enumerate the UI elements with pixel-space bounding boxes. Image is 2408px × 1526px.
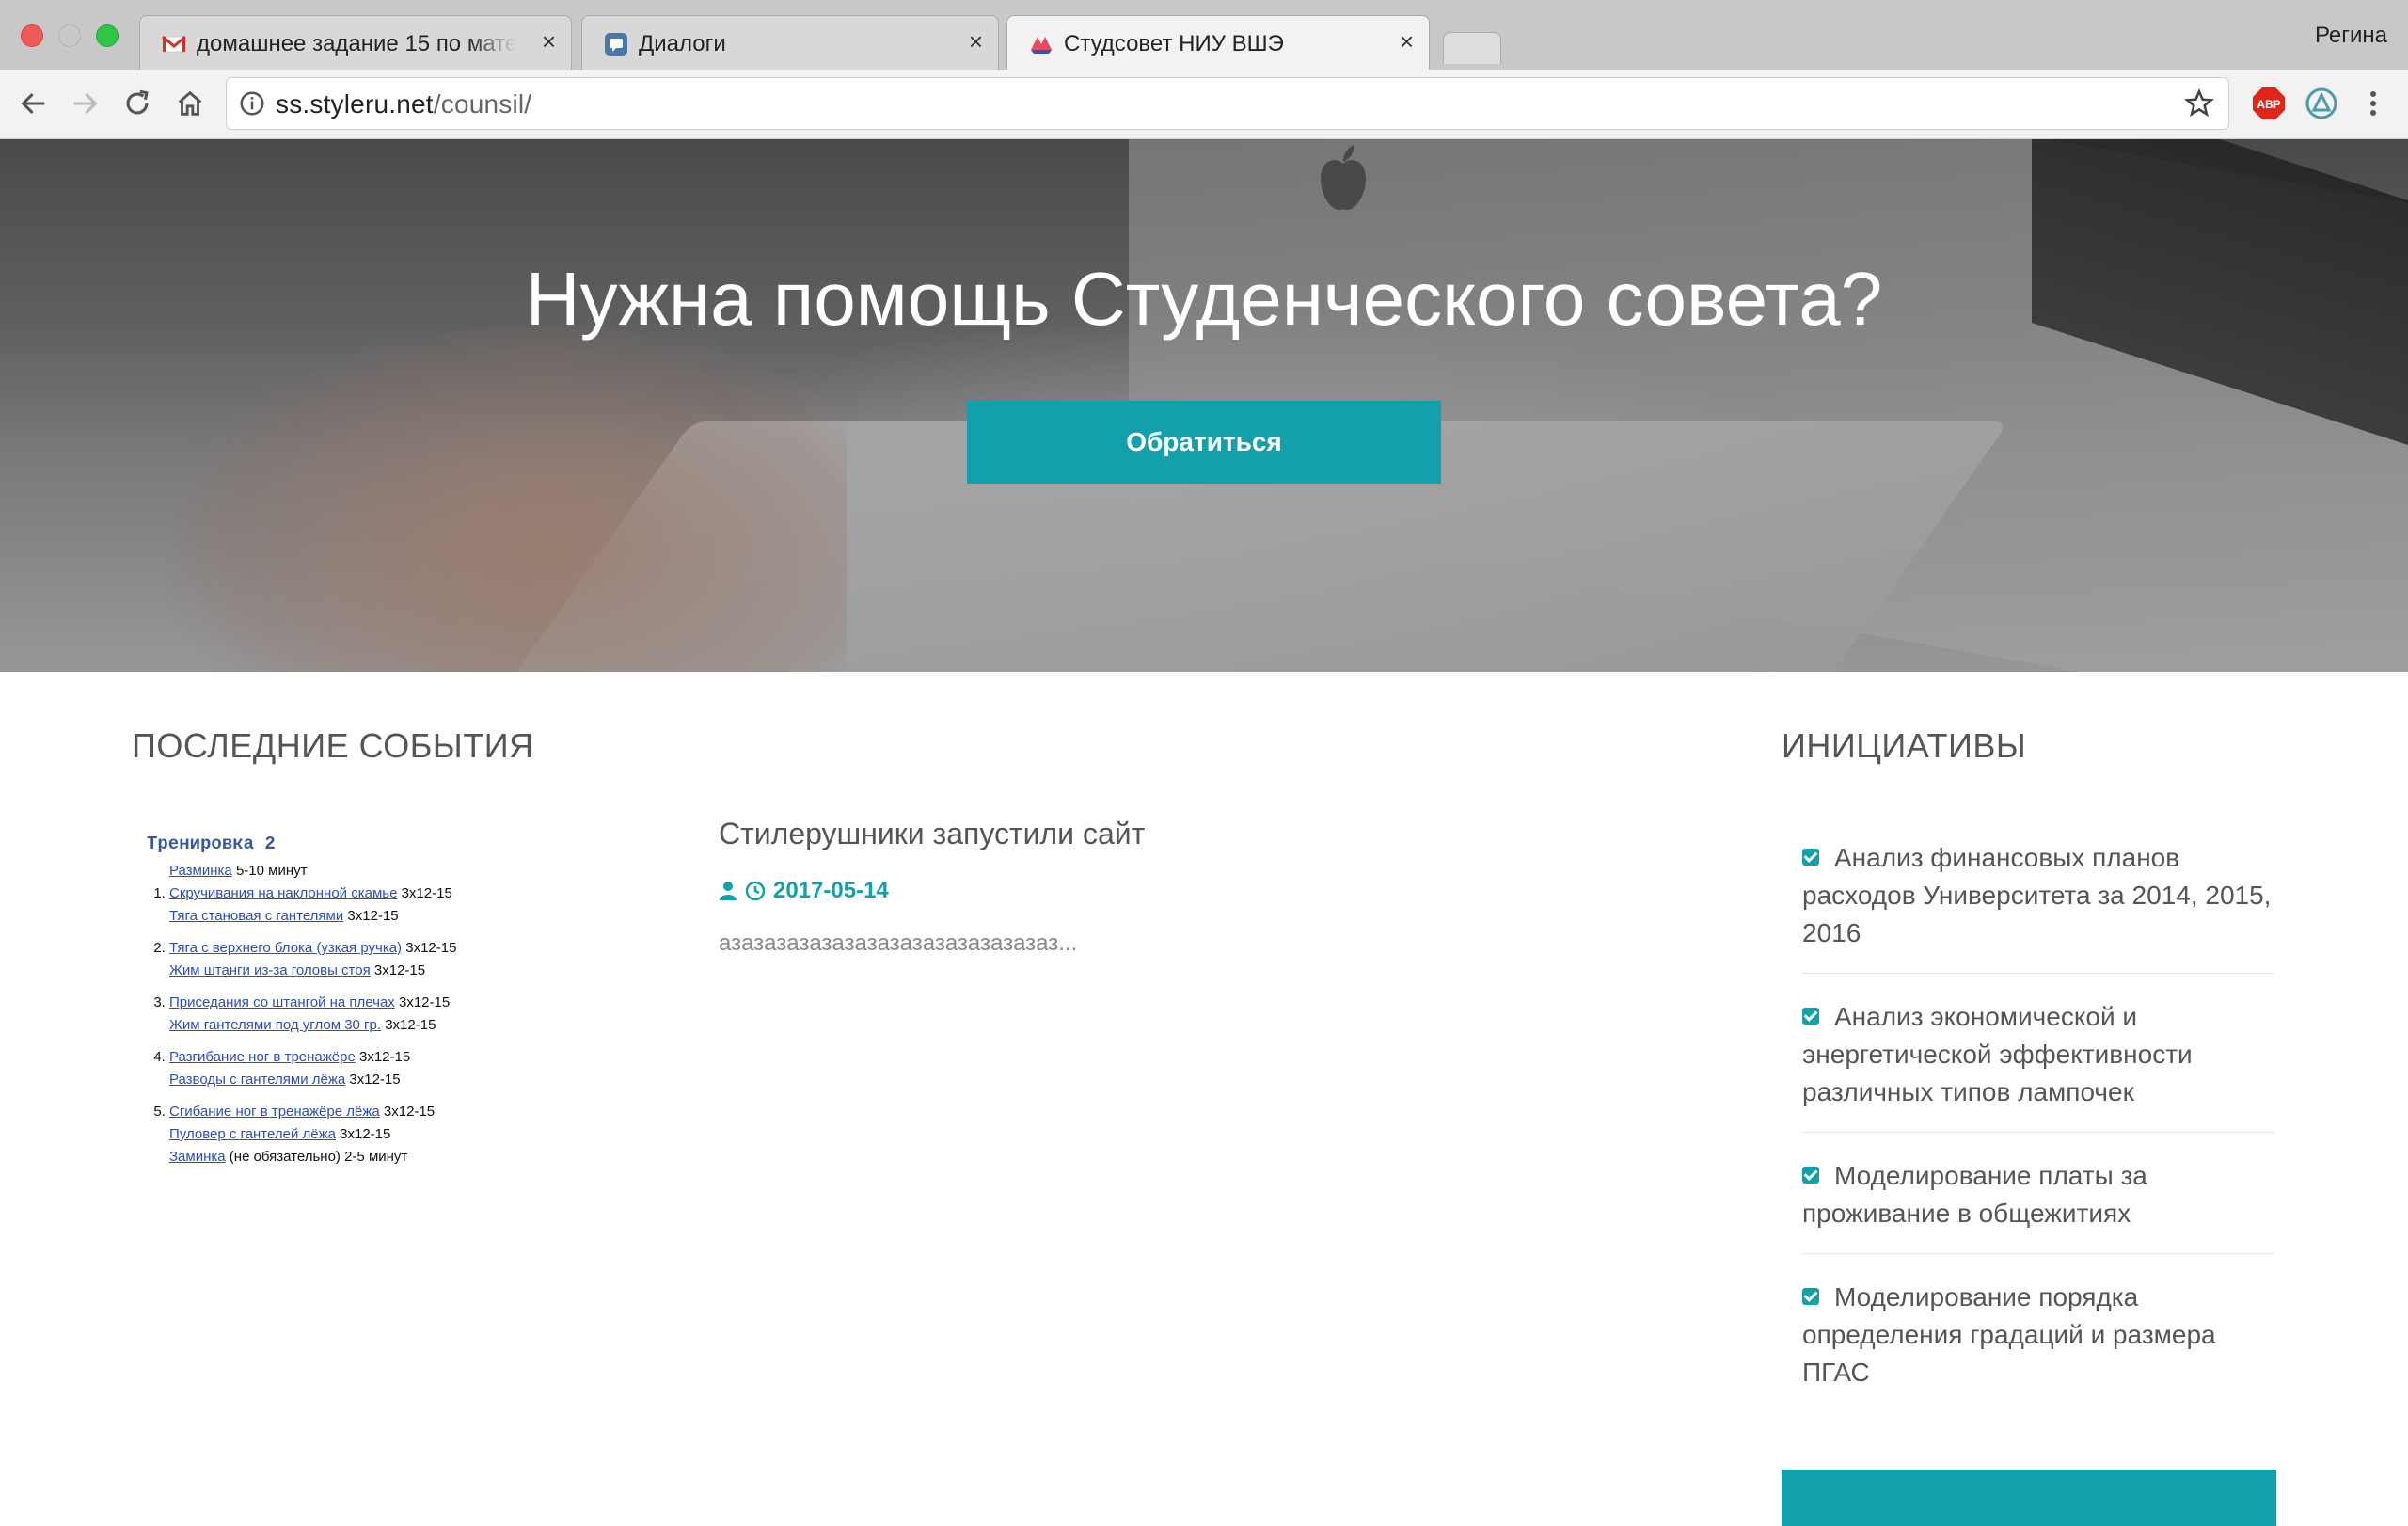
exercise-reps: 3x12-15	[394, 994, 451, 1010]
checkbox-icon	[1802, 1166, 1819, 1184]
gmail-icon	[162, 35, 186, 53]
exercise-link[interactable]: Разводы с гантелями лёжа	[169, 1072, 345, 1088]
url-host: ss.styleru.net	[276, 89, 434, 119]
exercise-reps: 3x12-15	[335, 1126, 391, 1142]
workout-list: Скручивания на наклонной скамье 3x12-15 …	[147, 882, 542, 1146]
initiative-text: Анализ экономической и энергетической эф…	[1802, 1002, 2193, 1106]
clock-icon	[745, 881, 766, 901]
initiatives-list: Анализ финансовых планов расходов Универ…	[1802, 828, 2274, 1425]
reload-button[interactable]	[119, 85, 156, 122]
post-excerpt: азазазазазазазазазазазазазазаз...	[719, 930, 1078, 956]
menu-icon[interactable]	[2359, 85, 2387, 122]
news-post: Стилерушники запустили сайт 2017-05-14 а…	[719, 817, 1283, 957]
checkbox-icon	[1802, 848, 1819, 866]
user-icon	[720, 882, 737, 900]
workout-warmup: Разминка 5-10 минут	[147, 860, 542, 882]
workout-item: Тяга с верхнего блока (узкая ручка) 3x12…	[169, 937, 542, 982]
hero-title: Нужна помощь Студенческого совета?	[525, 257, 1883, 341]
exercise-reps: 3x12-15	[345, 1072, 401, 1088]
warmup-link[interactable]: Разминка	[169, 863, 232, 879]
initiatives-action-button[interactable]	[1782, 1470, 2276, 1526]
home-icon	[178, 90, 202, 116]
initiative-text: Анализ финансовых планов расходов Универ…	[1802, 843, 2272, 947]
exercise-reps: 3x12-15	[370, 962, 426, 978]
exercise-reps: 3x12-15	[343, 908, 399, 924]
contact-button[interactable]: Обратиться	[967, 401, 1441, 484]
exercise-reps: 3x12-15	[355, 1049, 411, 1065]
tab-title: Студсовет НИУ ВШЭ	[1064, 31, 1284, 56]
window-close-button[interactable]	[21, 24, 43, 47]
reload-icon	[126, 89, 149, 115]
workout-image: Тренировка 2 Разминка 5-10 минут Скручив…	[147, 834, 542, 1168]
cooldown-link[interactable]: Заминка	[169, 1149, 226, 1165]
post-title[interactable]: Стилерушники запустили сайт	[719, 817, 1283, 851]
tab-strip: домашнее задание 15 по математике × Диал…	[0, 0, 2408, 72]
url-path: /counsil/	[433, 89, 532, 119]
initiatives-heading: ИНИЦИАТИВЫ	[1782, 726, 2027, 765]
star-icon[interactable]	[2183, 87, 2215, 119]
checkbox-icon	[1802, 1007, 1819, 1025]
exercise-link[interactable]: Сгибание ног в тренажёре лёжа	[169, 1104, 380, 1120]
exercise-link[interactable]: Тяга с верхнего блока (узкая ручка)	[169, 940, 402, 956]
window-minimize-button[interactable]	[58, 24, 81, 47]
info-icon[interactable]	[238, 89, 266, 118]
chat-icon	[605, 33, 627, 56]
forward-button[interactable]	[66, 85, 103, 122]
tab-close-icon[interactable]: ×	[969, 27, 983, 56]
workout-item: Приседания со штангой на плечах 3x12-15 …	[169, 992, 542, 1037]
profile-name[interactable]: Регина	[2315, 23, 2387, 49]
address-bar[interactable]: ss.styleru.net/counsil/	[226, 77, 2229, 130]
initiative-item[interactable]: Анализ экономической и энергетической эф…	[1802, 987, 2274, 1133]
checkbox-icon	[1802, 1287, 1819, 1305]
initiative-item[interactable]: Моделирование платы за проживание в обще…	[1802, 1146, 2274, 1254]
workout-item: Скручивания на наклонной скамье 3x12-15 …	[169, 882, 542, 928]
extension-icon[interactable]	[2303, 85, 2340, 122]
exercise-link[interactable]: Разгибание ног в тренажёре	[169, 1049, 356, 1065]
tab-title: домашнее задание 15 по математике	[197, 31, 516, 56]
exercise-reps: 3x12-15	[397, 885, 452, 901]
window-zoom-button[interactable]	[96, 24, 119, 47]
initiative-item[interactable]: Моделирование порядка определения градац…	[1802, 1267, 2274, 1412]
browser-toolbar: ss.styleru.net/counsil/ ABP	[0, 70, 2408, 139]
forward-icon	[73, 92, 98, 115]
initiative-text: Моделирование платы за проживание в обще…	[1802, 1161, 2147, 1228]
home-button[interactable]	[171, 85, 209, 122]
exercise-reps: 3x12-15	[381, 1017, 436, 1033]
exercise-reps: 3x12-15	[402, 940, 457, 956]
tab-dialogs[interactable]: Диалоги ×	[581, 15, 999, 70]
new-tab-button[interactable]	[1443, 32, 1501, 64]
site-logo-icon	[1031, 37, 1052, 54]
workout-item: Сгибание ног в тренажёре лёжа 3x12-15 Пу…	[169, 1101, 542, 1146]
workout-title: Тренировка 2	[147, 834, 276, 854]
exercise-link[interactable]: Жим штанги из-за головы стоя	[169, 962, 371, 978]
post-meta: 2017-05-14	[719, 878, 1283, 904]
tab-studsovet[interactable]: Студсовет НИУ ВШЭ ×	[1006, 15, 1430, 72]
back-icon	[21, 92, 45, 115]
exercise-link[interactable]: Скручивания на наклонной скамье	[169, 885, 397, 901]
post-date: 2017-05-14	[773, 878, 889, 903]
back-button[interactable]	[15, 85, 53, 122]
workout-item: Разгибание ног в тренажёре 3x12-15 Разво…	[169, 1046, 542, 1091]
events-heading: ПОСЛЕДНИЕ СОБЫТИЯ	[132, 726, 534, 765]
initiative-text: Моделирование порядка определения градац…	[1802, 1282, 2216, 1387]
workout-cooldown: Заминка (не обязательно) 2-5 минут	[147, 1146, 542, 1168]
warmup-time: 5-10 минут	[231, 863, 308, 879]
tab-close-icon[interactable]: ×	[542, 27, 556, 56]
svg-text:ABP: ABP	[2257, 98, 2280, 111]
url-text: ss.styleru.net/counsil/	[276, 89, 531, 119]
exercise-link[interactable]: Жим гантелями под углом 30 гр.	[169, 1017, 381, 1033]
exercise-link[interactable]: Пуловер с гантелей лёжа	[169, 1126, 336, 1142]
exercise-reps: 3x12-15	[379, 1104, 436, 1120]
tab-close-icon[interactable]: ×	[1400, 27, 1414, 56]
hero-banner: Нужна помощь Студенческого совета? Обрат…	[0, 139, 2408, 672]
initiative-item[interactable]: Анализ финансовых планов расходов Универ…	[1802, 828, 2274, 974]
exercise-link[interactable]: Тяга становая с гантелями	[169, 908, 343, 924]
tab-gmail[interactable]: домашнее задание 15 по математике ×	[139, 15, 572, 70]
tab-title: Диалоги	[639, 31, 726, 56]
cooldown-text: (не обязательно) 2-5 минут	[225, 1149, 408, 1165]
exercise-link[interactable]: Приседания со штангой на плечах	[169, 994, 395, 1010]
adblock-icon[interactable]: ABP	[2250, 85, 2288, 122]
